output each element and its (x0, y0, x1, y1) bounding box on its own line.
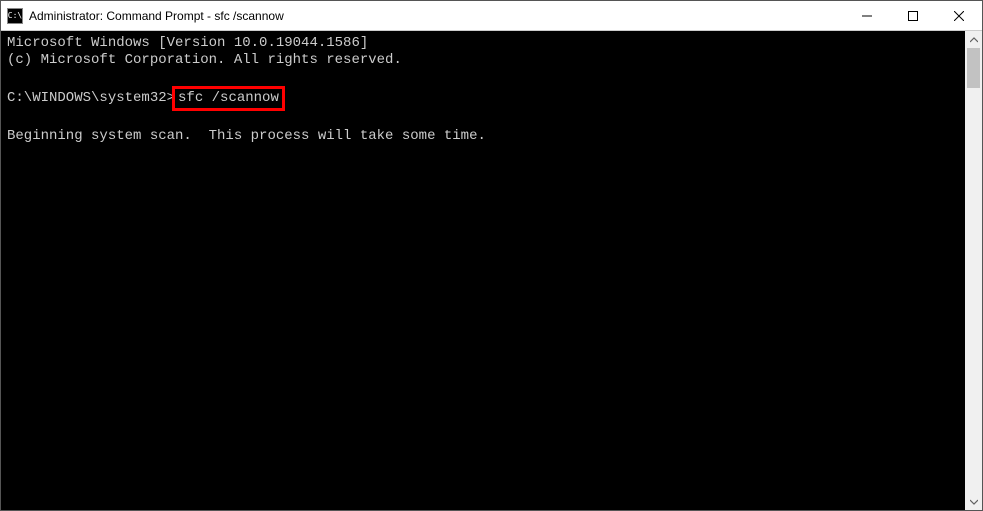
scroll-track[interactable] (965, 48, 982, 493)
chevron-up-icon (970, 36, 978, 44)
chevron-down-icon (970, 498, 978, 506)
window-controls (844, 1, 982, 30)
command-text: sfc /scannow (178, 90, 279, 106)
scroll-thumb[interactable] (967, 48, 980, 88)
vertical-scrollbar[interactable] (965, 31, 982, 510)
terminal-status: Beginning system scan. This process will… (7, 128, 486, 144)
scroll-down-button[interactable] (965, 493, 982, 510)
scroll-up-button[interactable] (965, 31, 982, 48)
minimize-button[interactable] (844, 1, 890, 30)
close-icon (954, 11, 964, 21)
app-icon: C:\ (7, 8, 23, 24)
maximize-icon (908, 11, 918, 21)
command-prompt-window: C:\ Administrator: Command Prompt - sfc … (0, 0, 983, 511)
terminal-output[interactable]: Microsoft Windows [Version 10.0.19044.15… (1, 31, 965, 510)
terminal-container: Microsoft Windows [Version 10.0.19044.15… (1, 31, 982, 510)
highlighted-command: sfc /scannow (172, 86, 285, 111)
terminal-line: Microsoft Windows [Version 10.0.19044.15… (7, 35, 368, 51)
close-button[interactable] (936, 1, 982, 30)
window-title: Administrator: Command Prompt - sfc /sca… (29, 9, 284, 23)
maximize-button[interactable] (890, 1, 936, 30)
terminal-prompt: C:\WINDOWS\system32> (7, 90, 175, 106)
minimize-icon (862, 11, 872, 21)
terminal-line: (c) Microsoft Corporation. All rights re… (7, 52, 402, 68)
titlebar[interactable]: C:\ Administrator: Command Prompt - sfc … (1, 1, 982, 31)
